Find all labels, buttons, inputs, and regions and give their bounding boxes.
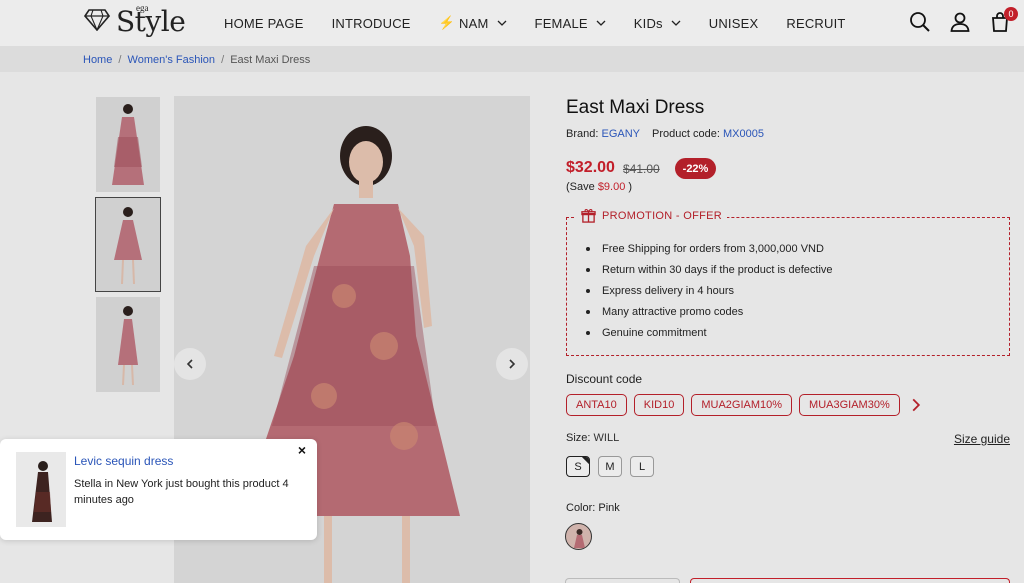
color-selection-label: Color: Pink — [566, 502, 620, 514]
coupon-code[interactable]: MUA3GIAM30% — [799, 394, 900, 416]
size-guide-link[interactable]: Size guide — [954, 432, 1010, 446]
nav-item-recruit[interactable]: RECRUIT — [786, 16, 845, 31]
nav-item-unisex[interactable]: UNISEX — [709, 16, 759, 31]
product-thumbnail-3[interactable] — [96, 297, 160, 392]
chevron-left-icon — [186, 359, 193, 369]
nav-label: KIDs — [633, 15, 663, 31]
notification-message: Stella in New York just bought this prod… — [74, 478, 289, 506]
breadcrumb-current: East Maxi Dress — [230, 54, 311, 66]
discount-code-list: ANTA10 KID10 MUA2GIAM10% MUA3GIAM30% — [566, 394, 923, 416]
cart-count-badge: 0 — [1004, 7, 1018, 21]
notification-product-image[interactable] — [16, 452, 66, 527]
size-option-s[interactable]: S — [566, 456, 590, 477]
coupon-code[interactable]: ANTA10 — [566, 394, 627, 416]
search-icon[interactable] — [908, 10, 932, 34]
nav-item-kids[interactable]: KIDs — [634, 16, 681, 31]
main-nav: HOME PAGE INTRODUCE ⚡ NAM FEMALE KIDs UN… — [224, 0, 874, 46]
breadcrumb-separator: / — [118, 54, 122, 66]
close-icon[interactable]: × — [295, 443, 309, 457]
chevron-down-icon — [671, 20, 681, 26]
nav-label: RECRUIT — [786, 15, 846, 31]
coupon-code[interactable]: KID10 — [633, 394, 685, 416]
diamond-icon — [84, 9, 110, 31]
product-meta: Brand: EGANY Product code: MX0005 — [566, 128, 764, 140]
nav-label: INTRODUCE — [331, 15, 411, 31]
add-to-cart-button[interactable] — [690, 578, 1010, 583]
size-option-m[interactable]: M — [598, 456, 622, 477]
header-actions: 0 — [892, 7, 1018, 34]
save-suffix: ) — [628, 181, 633, 193]
user-icon[interactable] — [948, 10, 972, 34]
save-text: (Save $9.00 ) — [566, 181, 632, 193]
product-thumbnail-2[interactable] — [95, 197, 161, 292]
quantity-box[interactable] — [565, 578, 680, 583]
promotion-list: Free Shipping for orders from 3,000,000 … — [586, 238, 833, 343]
product-code: MX0005 — [722, 128, 764, 140]
breadcrumb-home[interactable]: Home — [83, 54, 112, 66]
size-label: Size: — [566, 432, 591, 444]
brand-link[interactable]: EGANY — [601, 128, 639, 140]
gallery-prev-button[interactable] — [174, 348, 206, 380]
nav-label: UNISEX — [708, 15, 759, 31]
brand-label: Brand: — [566, 128, 599, 140]
size-option-l[interactable]: L — [630, 456, 654, 477]
nav-item-female[interactable]: FEMALE — [535, 16, 606, 31]
nav-label: HOME PAGE — [224, 15, 304, 31]
product-price: $32.00 — [566, 159, 615, 176]
product-title: East Maxi Dress — [566, 97, 705, 118]
promotion-item: Many attractive promo codes — [586, 301, 833, 322]
purchase-notification: Levic sequin dress Stella in New York ju… — [0, 439, 317, 540]
notification-product-title[interactable]: Levic sequin dress — [74, 454, 173, 468]
nav-label: NAM — [459, 15, 489, 31]
promotion-header: PROMOTION - OFFER — [576, 208, 727, 223]
color-value: Pink — [598, 502, 620, 514]
chevron-right-icon — [509, 359, 516, 369]
chevron-down-icon — [497, 20, 507, 26]
save-prefix: (Save — [566, 181, 595, 193]
cart-icon[interactable]: 0 — [988, 7, 1018, 34]
gallery-next-button[interactable] — [496, 348, 528, 380]
discount-code-title: Discount code — [566, 372, 643, 386]
lightning-icon: ⚡ — [438, 15, 456, 30]
coupon-code[interactable]: MUA2GIAM10% — [691, 394, 793, 416]
nav-item-nam[interactable]: ⚡ NAM — [439, 15, 507, 31]
size-selection-label: Size: WILL — [566, 432, 619, 444]
chevron-right-icon[interactable] — [909, 398, 923, 412]
discount-badge: -22% — [675, 158, 716, 179]
logo-text: Style — [116, 5, 186, 38]
size-value: WILL — [593, 432, 620, 444]
gift-icon — [581, 209, 596, 223]
size-options: S M L — [566, 456, 662, 477]
nav-label: FEMALE — [534, 15, 588, 31]
nav-item-home[interactable]: HOME PAGE — [224, 16, 304, 31]
promotion-item: Return within 30 days if the product is … — [586, 259, 833, 280]
product-code-label: Product code: — [652, 128, 720, 140]
product-thumbnail-1[interactable] — [96, 97, 160, 192]
color-label: Color: — [566, 502, 596, 514]
nav-item-introduce[interactable]: INTRODUCE — [332, 16, 411, 31]
site-logo[interactable]: ega Style — [84, 3, 194, 43]
breadcrumb-separator: / — [221, 54, 225, 66]
promotion-item: Express delivery in 4 hours — [586, 280, 833, 301]
promotion-item: Genuine commitment — [586, 322, 833, 343]
site-header: ega Style HOME PAGE INTRODUCE ⚡ NAM FEMA… — [0, 0, 1024, 46]
promotion-title: PROMOTION - OFFER — [602, 209, 722, 222]
breadcrumb: Home / Women's Fashion / East Maxi Dress — [83, 54, 310, 66]
breadcrumb-category[interactable]: Women's Fashion — [128, 54, 216, 66]
promotion-item: Free Shipping for orders from 3,000,000 … — [586, 238, 833, 259]
product-old-price: $41.00 — [623, 162, 660, 176]
color-swatch-pink[interactable] — [565, 523, 592, 550]
breadcrumb-bar: Home / Women's Fashion / East Maxi Dress — [0, 46, 1024, 72]
save-amount: $9.00 — [597, 181, 626, 193]
chevron-down-icon — [596, 20, 606, 26]
